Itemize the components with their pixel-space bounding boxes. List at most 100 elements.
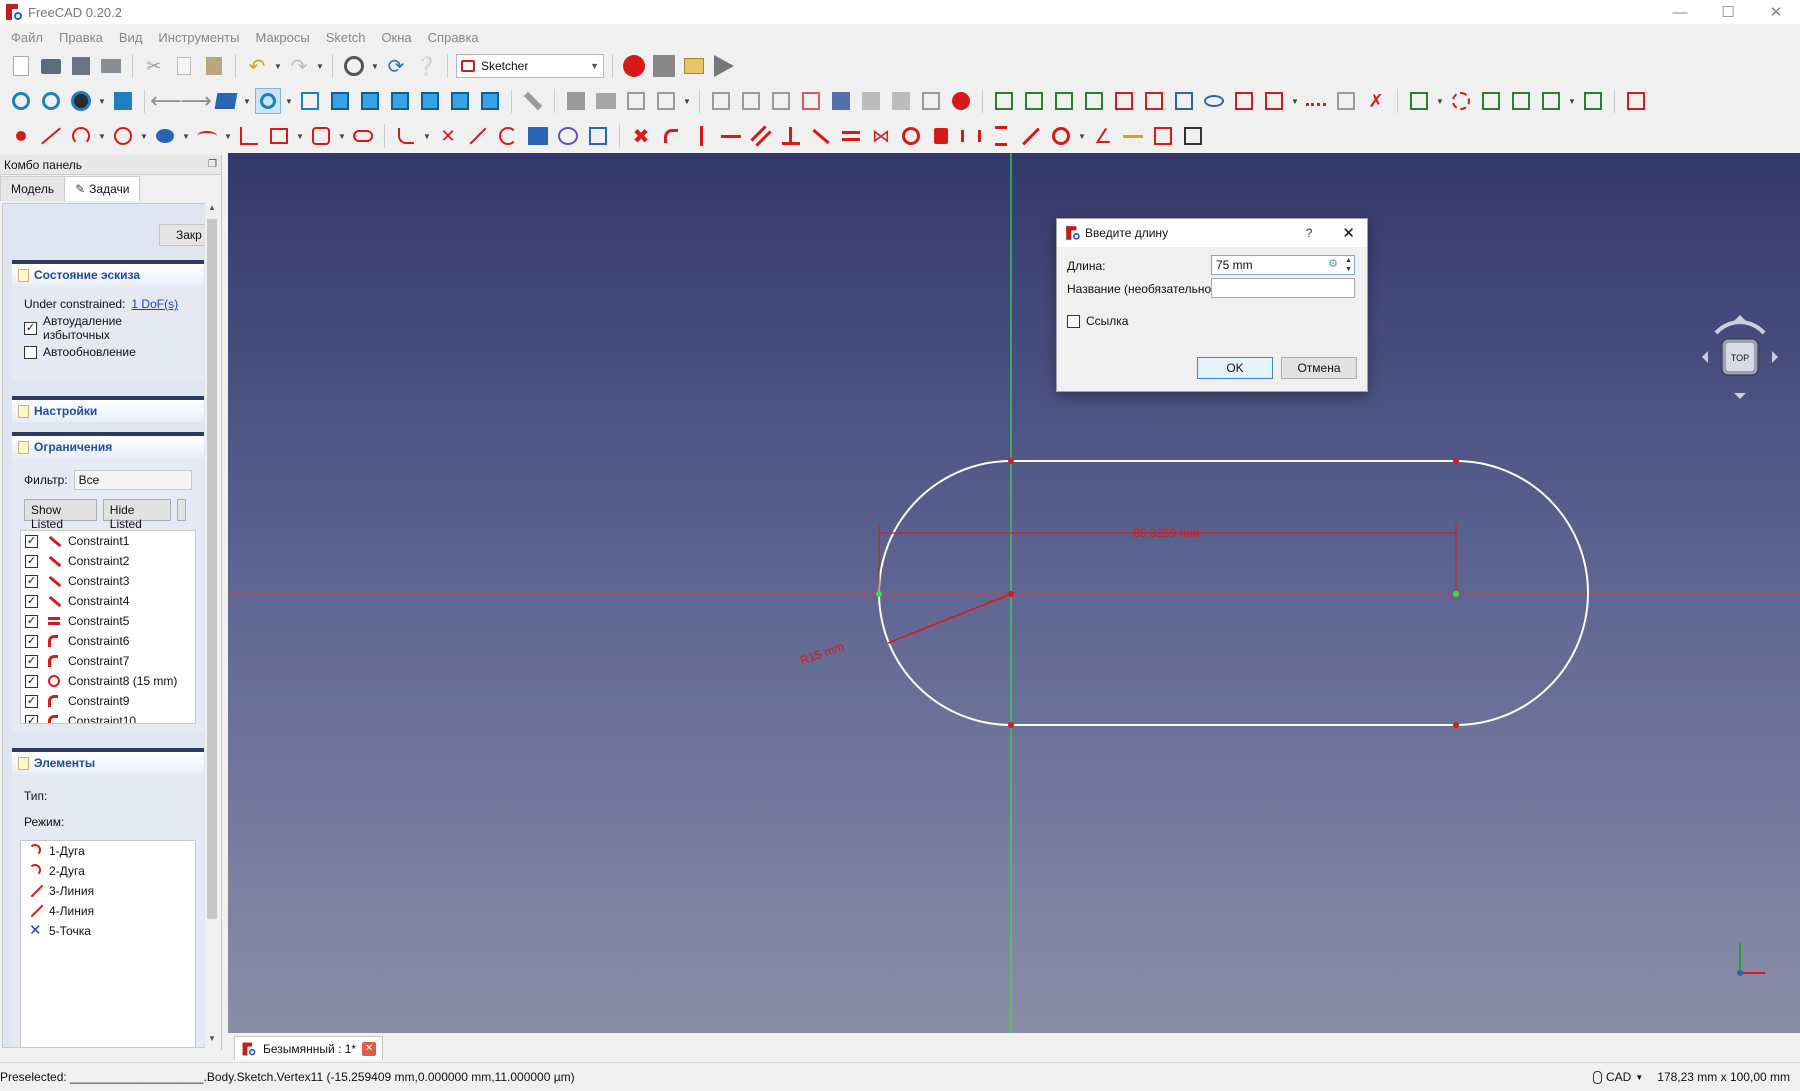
menu-windows[interactable]: Окна: [373, 30, 419, 45]
constraint-item[interactable]: ✓ Constraint9: [21, 691, 195, 711]
show-hide-geometry-icon[interactable]: [1201, 88, 1227, 114]
sketch-edit-icon[interactable]: [738, 88, 764, 114]
symmetry-icon[interactable]: [1231, 88, 1257, 114]
constraint-horizontal-icon[interactable]: [718, 123, 744, 149]
view-front-icon[interactable]: [327, 88, 353, 114]
select-redundant-icon[interactable]: [1111, 88, 1137, 114]
document-tab[interactable]: Безымянный : 1* ✕: [234, 1036, 384, 1060]
view-right-icon[interactable]: [387, 88, 413, 114]
view-isometric-icon[interactable]: [297, 88, 323, 114]
constraint-visible-checkbox[interactable]: ✓: [25, 714, 38, 723]
element-item[interactable]: ✕ 5-Точка: [21, 921, 195, 941]
link-actions-icon[interactable]: [653, 88, 679, 114]
print-icon[interactable]: [98, 53, 124, 79]
constraint-visible-checkbox[interactable]: ✓: [25, 534, 38, 548]
sketch-new-icon[interactable]: [708, 88, 734, 114]
sketch-merge-icon[interactable]: [948, 88, 974, 114]
element-item[interactable]: 2-Дуга: [21, 861, 195, 881]
macro-record-icon[interactable]: [621, 53, 647, 79]
constraint-item[interactable]: ✓ Constraint3: [21, 571, 195, 591]
whats-this-icon[interactable]: ❔: [413, 53, 439, 79]
toggle-driving-icon[interactable]: [1150, 123, 1176, 149]
rectangle-icon[interactable]: [266, 123, 292, 149]
constraint-visible-checkbox[interactable]: ✓: [25, 654, 38, 668]
constraints-header[interactable]: Ограничения: [12, 432, 204, 458]
constraint-lock-icon[interactable]: [928, 123, 954, 149]
length-input[interactable]: 75 mm ⚙ ▲ ▼: [1211, 255, 1355, 275]
tab-model[interactable]: Модель: [0, 176, 66, 201]
menu-tools[interactable]: Инструменты: [150, 30, 247, 45]
arc-icon[interactable]: [68, 123, 94, 149]
name-input[interactable]: [1211, 278, 1355, 298]
clone-icon[interactable]: [1261, 88, 1287, 114]
fit-all-icon[interactable]: [8, 88, 34, 114]
save-icon[interactable]: [68, 53, 94, 79]
zoom-icon[interactable]: [255, 88, 281, 114]
tab-tasks[interactable]: Задачи: [64, 176, 141, 201]
close-tab-icon[interactable]: ✕: [362, 1041, 377, 1056]
bspline-icon[interactable]: [1406, 88, 1432, 114]
constraint-item[interactable]: ✓ Constraint1: [21, 531, 195, 551]
sketch-state-header[interactable]: Состояние эскиза: [12, 260, 204, 286]
select-horizontal-axis-icon[interactable]: [1081, 88, 1107, 114]
constraint-tangent-icon[interactable]: [808, 123, 834, 149]
virtual-space-icon[interactable]: [1623, 88, 1649, 114]
slot-icon[interactable]: [350, 123, 376, 149]
constraint-parallel-icon[interactable]: [748, 123, 774, 149]
remove-axes-alignment-icon[interactable]: [1333, 88, 1359, 114]
sketch-canvas[interactable]: 85,3259 mm R15 mm: [228, 153, 1800, 1033]
select-constraints-icon[interactable]: [991, 88, 1017, 114]
constraint-item[interactable]: ✓ Constraint10: [21, 711, 195, 723]
expression-icon[interactable]: ⚙: [1328, 257, 1338, 270]
carbon-copy-icon[interactable]: [555, 123, 581, 149]
bspline-create-icon[interactable]: [194, 123, 220, 149]
refresh-icon[interactable]: [341, 53, 367, 79]
sketch-map-icon[interactable]: [858, 88, 884, 114]
view-top-icon[interactable]: [357, 88, 383, 114]
constraint-item[interactable]: ✓ Constraint8 (15 mm): [21, 671, 195, 691]
redo-icon[interactable]: ↷: [286, 53, 312, 79]
view-left-icon[interactable]: [477, 88, 503, 114]
point-icon[interactable]: [8, 123, 34, 149]
bspline-knot-icon[interactable]: [1478, 88, 1504, 114]
elements-header[interactable]: Элементы: [12, 748, 204, 774]
recompute-icon[interactable]: ⟳: [383, 53, 409, 79]
sketch-validate-icon[interactable]: [918, 88, 944, 114]
constraint-visible-checkbox[interactable]: ✓: [25, 674, 38, 688]
undock-icon[interactable]: ❐: [208, 159, 217, 170]
constraint-coincident-icon[interactable]: ✖: [628, 123, 654, 149]
construction-mode-icon[interactable]: [585, 123, 611, 149]
link-icon[interactable]: [213, 88, 239, 114]
circle-icon[interactable]: [110, 123, 136, 149]
minimize-button[interactable]: —: [1656, 0, 1704, 24]
rectangular-array-icon[interactable]: [1303, 88, 1329, 114]
bspline-join-icon[interactable]: [1508, 88, 1534, 114]
ok-button[interactable]: OK: [1197, 357, 1273, 379]
select-vertical-axis-icon[interactable]: [1051, 88, 1077, 114]
menu-edit[interactable]: Правка: [51, 30, 111, 45]
element-item[interactable]: 4-Линия: [21, 901, 195, 921]
select-elements-icon[interactable]: [1171, 88, 1197, 114]
constraint-vertical-distance-icon[interactable]: [988, 123, 1014, 149]
back-icon[interactable]: ⟵: [150, 88, 182, 114]
maximize-button[interactable]: ☐: [1704, 0, 1752, 24]
scroll-thumb[interactable]: [207, 219, 217, 919]
constraint-item[interactable]: ✓ Constraint4: [21, 591, 195, 611]
paste-icon[interactable]: [201, 53, 227, 79]
navcube-graphic[interactable]: TOP: [1694, 311, 1786, 403]
constraint-radius-icon[interactable]: [1048, 123, 1074, 149]
constraint-angle-icon[interactable]: ∠: [1090, 123, 1116, 149]
constraint-equal-icon[interactable]: [838, 123, 864, 149]
constraint-point-on-object-icon[interactable]: [658, 123, 684, 149]
bspline-degree-icon[interactable]: [1448, 88, 1474, 114]
macro-stop-icon[interactable]: [651, 53, 677, 79]
auto-remove-checkbox[interactable]: ✓: [24, 321, 37, 335]
extend-icon[interactable]: [465, 123, 491, 149]
fillet-icon[interactable]: [393, 123, 419, 149]
constraint-visible-checkbox[interactable]: ✓: [25, 614, 38, 628]
toggle-active-icon[interactable]: [1180, 123, 1206, 149]
line-icon[interactable]: [38, 123, 64, 149]
polygon-icon[interactable]: [308, 123, 334, 149]
task-scrollbar[interactable]: ▲ ▼: [205, 203, 219, 1048]
cancel-button[interactable]: Отмена: [1281, 357, 1357, 379]
